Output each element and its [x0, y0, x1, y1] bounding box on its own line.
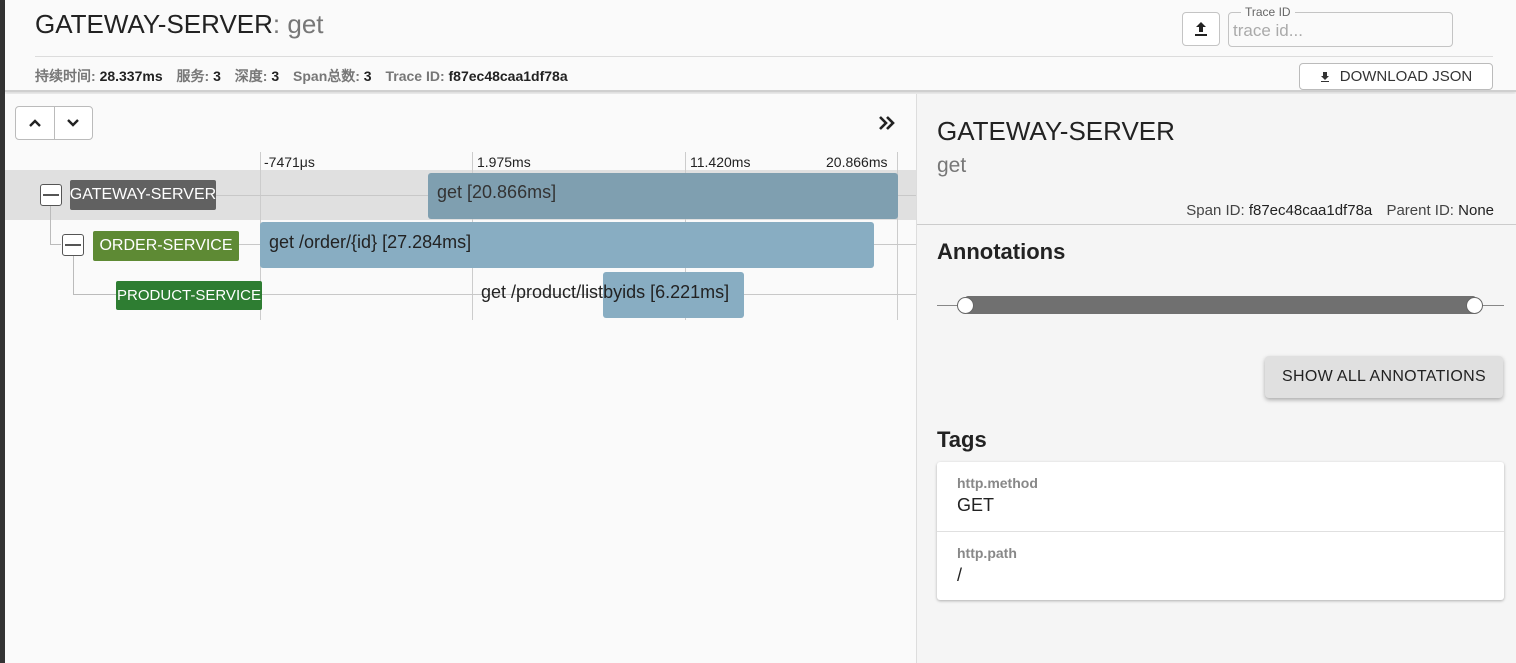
upload-icon — [1195, 22, 1207, 36]
annotations-range — [965, 296, 1476, 314]
tick-label: 20.866ms — [826, 154, 888, 170]
stat-traceid-label: Trace ID: — [385, 68, 445, 84]
next-span-button[interactable] — [53, 107, 92, 139]
annotations-heading: Annotations — [937, 239, 1066, 264]
page-title: GATEWAY-SERVER: get — [35, 9, 324, 40]
stat-depth-value: 3 — [271, 68, 280, 84]
service-badge-order[interactable]: ORDER-SERVICE — [93, 231, 239, 261]
tag-value: / — [957, 565, 963, 585]
service-badge-gateway[interactable]: GATEWAY-SERVER — [70, 180, 216, 210]
tick-label: 11.420ms — [690, 154, 751, 170]
prev-span-button[interactable] — [16, 107, 54, 139]
span-label-gateway: get [20.866ms] — [437, 182, 557, 202]
tree-connector — [50, 206, 51, 245]
tag-key: http.path — [957, 545, 1017, 561]
tag-value: GET — [957, 495, 995, 515]
annotations-timeline — [937, 295, 1504, 315]
tag-item: http.method GET — [937, 462, 1504, 531]
tag-key: http.method — [957, 475, 1038, 491]
detail-span-name: get — [937, 154, 967, 177]
span-detail-pane: GATEWAY-SERVER get Span ID: f87ec48caa1d… — [916, 94, 1516, 663]
trace-stats: 持续时间: 28.337ms 服务: 3 深度: 3 Span总数: 3 Tra… — [35, 66, 578, 86]
span-nav-group — [15, 106, 93, 140]
stat-services-label: 服务: — [176, 68, 210, 84]
annotation-start-marker[interactable] — [957, 297, 974, 314]
parent-id-value: None — [1458, 202, 1494, 219]
annotation-end-marker[interactable] — [1466, 297, 1483, 314]
trace-id-input[interactable] — [1229, 18, 1452, 44]
chevron-up-icon — [29, 119, 41, 127]
download-json-label: DOWNLOAD JSON — [1339, 68, 1473, 85]
service-badge-product[interactable]: PRODUCT-SERVICE — [116, 281, 262, 310]
download-json-button[interactable]: DOWNLOAD JSON — [1299, 63, 1493, 90]
download-icon — [1320, 71, 1329, 82]
trace-header: GATEWAY-SERVER: get 持续时间: 28.337ms 服务: 3… — [5, 0, 1516, 92]
detail-ids: Span ID: f87ec48caa1df78a Parent ID: Non… — [1186, 202, 1494, 219]
tick-label: 1.975ms — [477, 154, 531, 170]
tags-card: http.method GET http.path / — [937, 462, 1504, 600]
tag-item: http.path / — [937, 531, 1504, 600]
header-divider — [35, 56, 1493, 57]
span-label-order: get /order/{id} [27.284ms] — [269, 232, 472, 252]
span-id-value: f87ec48caa1df78a — [1248, 202, 1373, 219]
stat-spans-value: 3 — [363, 68, 372, 84]
tags-heading: Tags — [937, 427, 987, 452]
collapse-panel-icon[interactable] — [875, 111, 899, 135]
span-id-label: Span ID: — [1186, 202, 1245, 219]
stat-duration-value: 28.337ms — [99, 68, 163, 84]
stat-duration-label: 持续时间: — [35, 68, 96, 84]
trace-id-field[interactable]: Trace ID — [1228, 5, 1453, 47]
stat-services-value: 3 — [213, 68, 221, 84]
timeline-pane: -7471μs 1.975ms 11.420ms 20.866ms GATEWA… — [5, 94, 916, 663]
stat-traceid-value: f87ec48caa1df78a — [448, 68, 568, 84]
tree-connector — [50, 244, 61, 245]
chevron-down-icon — [67, 119, 80, 127]
title-separator: : — [272, 9, 281, 39]
show-all-annotations-button[interactable]: SHOW ALL ANNOTATIONS — [1265, 356, 1503, 398]
parent-id-label: Parent ID: — [1386, 202, 1454, 219]
collapse-toggle[interactable] — [40, 184, 62, 206]
detail-divider — [917, 224, 1516, 225]
title-span-name: get — [287, 9, 324, 39]
upload-button[interactable] — [1182, 12, 1220, 46]
stat-depth-label: 深度: — [234, 68, 268, 84]
tree-connector — [73, 256, 74, 295]
tree-connector — [73, 294, 117, 295]
collapse-toggle[interactable] — [62, 234, 84, 256]
stat-spans-label: Span总数: — [293, 68, 360, 84]
detail-service-name: GATEWAY-SERVER — [937, 116, 1175, 146]
tick-label: -7471μs — [264, 154, 315, 170]
trace-id-legend: Trace ID — [1241, 5, 1295, 19]
title-service: GATEWAY-SERVER — [35, 9, 273, 39]
span-label-product: get /product/listbyids [6.221ms] — [481, 282, 730, 302]
